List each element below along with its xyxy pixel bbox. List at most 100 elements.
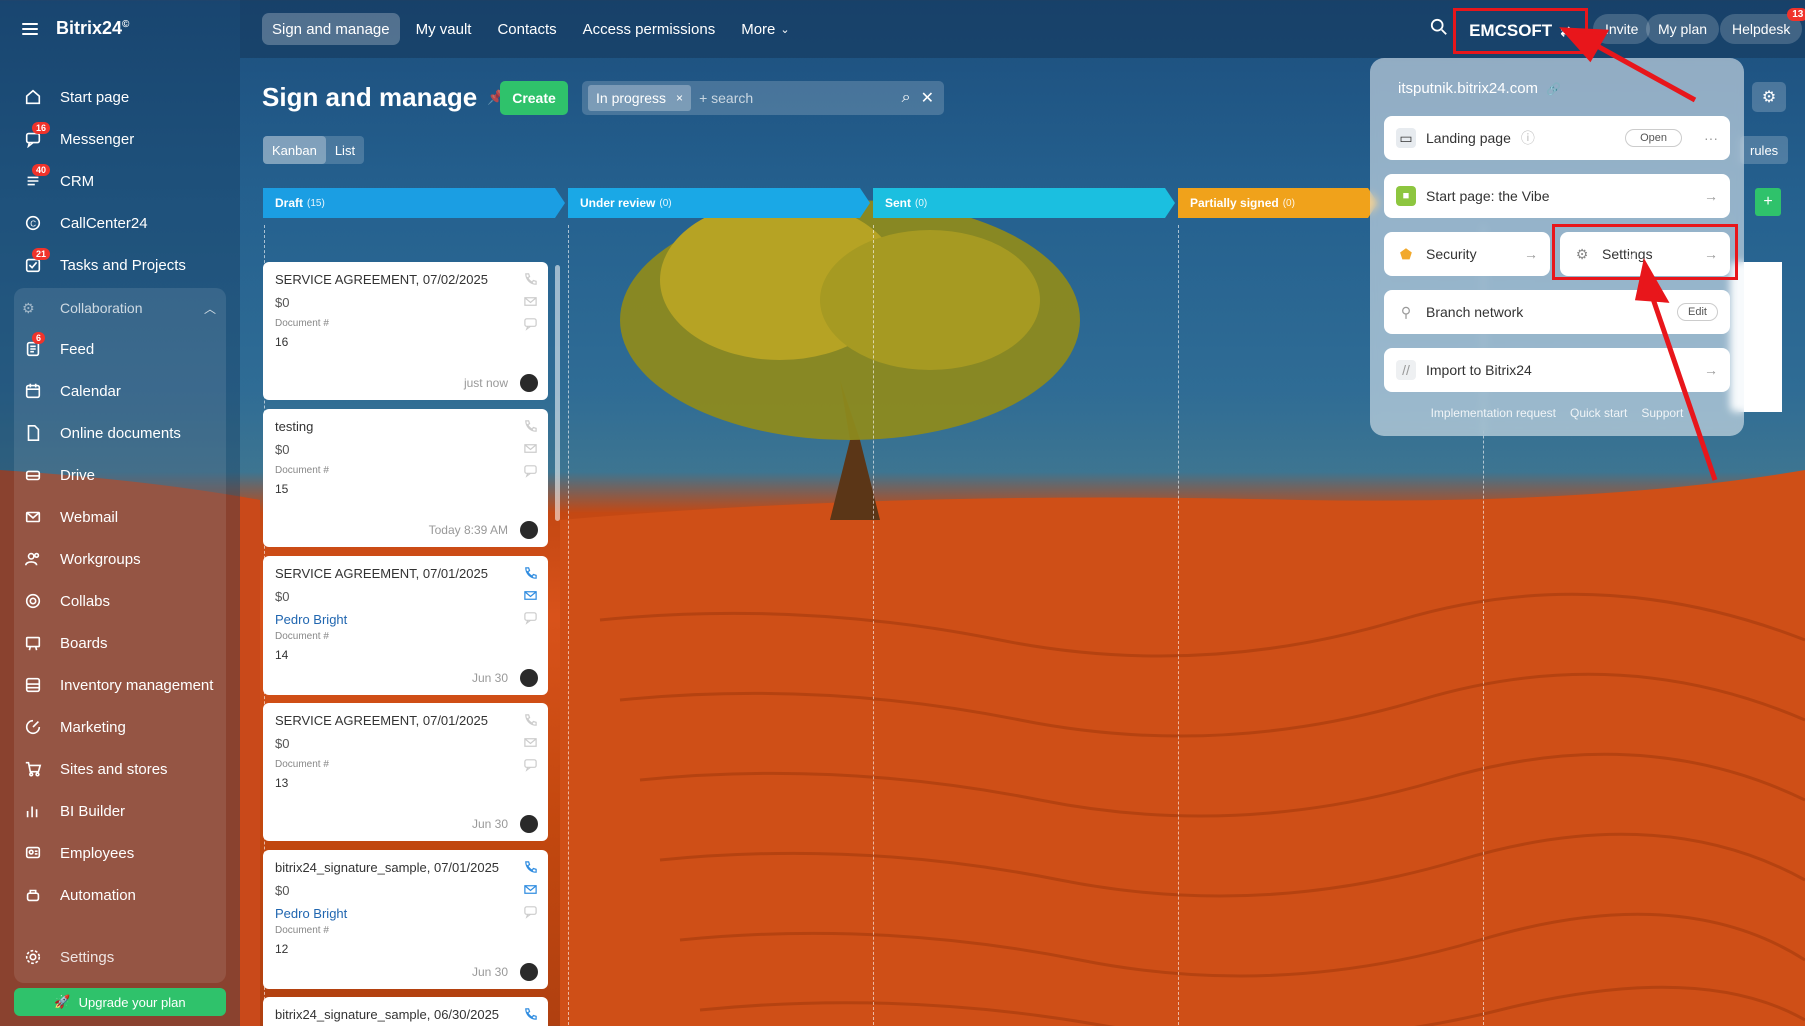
mail-icon[interactable]: [523, 441, 538, 456]
quick-start-link[interactable]: Quick start: [1570, 406, 1627, 420]
sidebar-item-bi-builder[interactable]: BI Builder: [14, 790, 226, 832]
sidebar-item-collabs[interactable]: Collabs: [14, 580, 226, 622]
sidebar-item-online-documents[interactable]: Online documents: [14, 412, 226, 454]
helpdesk-button[interactable]: Helpdesk 13: [1720, 8, 1805, 44]
edit-button[interactable]: Edit: [1677, 303, 1718, 321]
implementation-request-link[interactable]: Implementation request: [1431, 406, 1556, 420]
sidebar-item-drive[interactable]: Drive: [14, 454, 226, 496]
sidebar-item-marketing[interactable]: Marketing: [14, 706, 226, 748]
kanban-card[interactable]: SERVICE AGREEMENT, 07/01/2025 $0 Documen…: [263, 703, 548, 841]
mail-icon[interactable]: [523, 882, 538, 897]
card-title[interactable]: SERVICE AGREEMENT, 07/01/2025: [275, 713, 536, 728]
card-title[interactable]: SERVICE AGREEMENT, 07/01/2025: [275, 566, 536, 581]
menu-burger-icon[interactable]: [22, 22, 38, 35]
add-column-button[interactable]: +: [1755, 188, 1781, 216]
branch-network-row[interactable]: ⚲ Branch network Edit: [1384, 290, 1730, 334]
card-contact-link[interactable]: Pedro Bright: [275, 906, 536, 921]
kanban-card[interactable]: testing $0 Document # 15 Today 8:39 AM: [263, 409, 548, 547]
column-sent[interactable]: Sent (0): [873, 188, 1175, 218]
chat-icon[interactable]: [523, 904, 538, 919]
clear-icon[interactable]: ✕: [921, 88, 934, 108]
more-icon[interactable]: ···: [1704, 130, 1718, 146]
rules-button[interactable]: rules: [1740, 136, 1789, 164]
settings-gear-button[interactable]: ⚙: [1752, 82, 1786, 112]
column-draft[interactable]: Draft (15): [263, 188, 565, 218]
phone-icon[interactable]: [523, 272, 538, 287]
mail-icon[interactable]: [523, 588, 538, 603]
link-icon[interactable]: 🔗: [1546, 82, 1561, 96]
chat-icon[interactable]: [523, 316, 538, 331]
search-input[interactable]: + search: [699, 90, 753, 106]
mail-icon[interactable]: [523, 735, 538, 750]
sidebar-item-start-page[interactable]: Start page: [14, 76, 226, 118]
open-button[interactable]: Open: [1625, 129, 1682, 147]
avatar[interactable]: [520, 963, 538, 981]
card-title[interactable]: testing: [275, 419, 536, 434]
kanban-card[interactable]: bitrix24_signature_sample, 06/30/2025: [263, 997, 548, 1026]
filter-chip[interactable]: In progress ×: [588, 85, 692, 111]
tab-my-vault[interactable]: My vault: [406, 13, 482, 45]
start-page-row[interactable]: ■ Start page: the Vibe →: [1384, 174, 1730, 218]
collaboration-header[interactable]: ⚙ Collaboration ︿: [14, 288, 226, 328]
view-list[interactable]: List: [326, 136, 364, 164]
chat-icon[interactable]: [523, 757, 538, 772]
my-plan-button[interactable]: My plan: [1646, 14, 1720, 44]
card-contact-link[interactable]: Pedro Bright: [275, 612, 536, 627]
avatar[interactable]: [520, 815, 538, 833]
chat-icon[interactable]: [523, 463, 538, 478]
kanban-card[interactable]: bitrix24_signature_sample, 07/01/2025 $0…: [263, 850, 548, 989]
chevron-up-icon[interactable]: ︿: [204, 300, 216, 317]
sidebar-item-webmail[interactable]: Webmail: [14, 496, 226, 538]
search-icon[interactable]: [1430, 18, 1448, 36]
sidebar-item-employees[interactable]: Employees: [14, 832, 226, 874]
sidebar-item-tasks[interactable]: 21 Tasks and Projects: [14, 244, 226, 286]
create-button[interactable]: Create: [500, 81, 568, 115]
security-row[interactable]: ⬟ Security →: [1384, 232, 1550, 276]
avatar[interactable]: [520, 521, 538, 539]
import-row[interactable]: // Import to Bitrix24 →: [1384, 348, 1730, 392]
sidebar-item-boards[interactable]: Boards: [14, 622, 226, 664]
support-link[interactable]: Support: [1641, 406, 1683, 420]
sidebar-item-inventory[interactable]: Inventory management: [14, 664, 226, 706]
card-title[interactable]: SERVICE AGREEMENT, 07/02/2025: [275, 272, 536, 287]
column-under-review[interactable]: Under review (0): [568, 188, 870, 218]
phone-icon[interactable]: [523, 713, 538, 728]
sidebar-item-callcenter[interactable]: C CallCenter24: [14, 202, 226, 244]
invite-button[interactable]: Invite: [1593, 14, 1651, 44]
sidebar-item-messenger[interactable]: 16 Messenger: [14, 118, 226, 160]
tab-access-permissions[interactable]: Access permissions: [573, 13, 726, 45]
app-logo[interactable]: Bitrix24©: [56, 18, 129, 39]
close-icon[interactable]: ×: [676, 91, 683, 105]
kanban-card[interactable]: SERVICE AGREEMENT, 07/02/2025 $0 Documen…: [263, 262, 548, 400]
view-kanban[interactable]: Kanban: [263, 136, 326, 164]
portal-domain[interactable]: itsputnik.bitrix24.com 🔗: [1398, 80, 1561, 97]
company-switcher-button[interactable]: EMCSOFT ⇄: [1453, 8, 1588, 54]
sidebar-item-settings[interactable]: Settings: [14, 936, 226, 978]
search-icon[interactable]: ⌕: [902, 89, 911, 107]
upgrade-plan-button[interactable]: 🚀 Upgrade your plan: [14, 988, 226, 1016]
sidebar-item-sites[interactable]: Sites and stores: [14, 748, 226, 790]
tab-more[interactable]: More ⌄: [731, 13, 799, 45]
tab-contacts[interactable]: Contacts: [487, 13, 566, 45]
chat-icon[interactable]: [523, 610, 538, 625]
filter-search-bar[interactable]: In progress × + search ⌕ ✕: [582, 81, 944, 115]
sidebar-item-feed[interactable]: 6 Feed: [14, 328, 226, 370]
sidebar-item-crm[interactable]: 40 CRM: [14, 160, 226, 202]
sidebar-item-automation[interactable]: Automation: [14, 874, 226, 916]
tab-sign-and-manage[interactable]: Sign and manage: [262, 13, 400, 45]
avatar[interactable]: [520, 669, 538, 687]
sidebar-item-workgroups[interactable]: Workgroups: [14, 538, 226, 580]
card-title[interactable]: bitrix24_signature_sample, 07/01/2025: [275, 860, 536, 875]
settings-row[interactable]: ⚙ Settings →: [1560, 232, 1730, 276]
phone-icon[interactable]: [523, 860, 538, 875]
phone-icon[interactable]: [523, 419, 538, 434]
column-partially-signed[interactable]: Partially signed (0): [1178, 188, 1378, 218]
phone-icon[interactable]: [523, 1007, 538, 1022]
phone-icon[interactable]: [523, 566, 538, 581]
mail-icon[interactable]: [523, 294, 538, 309]
sidebar-item-calendar[interactable]: Calendar: [14, 370, 226, 412]
avatar[interactable]: [520, 374, 538, 392]
kanban-card[interactable]: SERVICE AGREEMENT, 07/01/2025 $0 Pedro B…: [263, 556, 548, 695]
landing-page-row[interactable]: ▭ Landing page ⓘ Open ···: [1384, 116, 1730, 160]
column-scrollbar[interactable]: [555, 265, 560, 521]
